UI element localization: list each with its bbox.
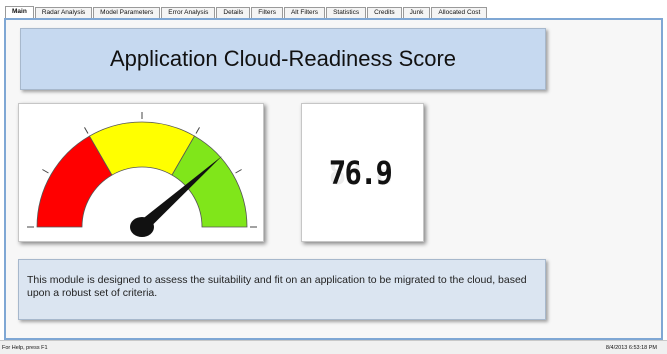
status-help-text: For Help, press F1 bbox=[2, 345, 48, 351]
readiness-gauge bbox=[18, 103, 264, 242]
tab-model-parameters[interactable]: Model Parameters bbox=[93, 7, 161, 18]
tab-statistics[interactable]: Statistics bbox=[326, 7, 367, 18]
tab-credits[interactable]: Credits bbox=[367, 7, 402, 18]
score-value: 76.9 bbox=[328, 154, 393, 192]
tab-error-analysis[interactable]: Error Analysis bbox=[161, 7, 216, 18]
tab-allocated-cost[interactable]: Allocated Cost bbox=[431, 7, 488, 18]
title-banner: Application Cloud-Readiness Score bbox=[20, 28, 546, 90]
gauge-hub bbox=[130, 217, 154, 237]
gauge-tick bbox=[235, 169, 242, 174]
tab-junk[interactable]: Junk bbox=[402, 7, 431, 18]
page-title: Application Cloud-Readiness Score bbox=[109, 46, 457, 71]
app-window: Main Radar Analysis Model Parameters Error … bbox=[0, 0, 667, 354]
tab-alt-filters[interactable]: Alt Filters bbox=[283, 7, 326, 18]
description-box: This module is designed to assess the su… bbox=[18, 259, 546, 320]
tab-filters[interactable]: Filters bbox=[251, 7, 283, 18]
tab-radar-analysis[interactable]: Radar Analysis bbox=[34, 7, 93, 18]
tab-details[interactable]: Details bbox=[216, 7, 251, 18]
gauge-chart bbox=[27, 112, 257, 237]
status-bar: For Help, press F1 8/4/2013 6:53:18 PM bbox=[0, 340, 667, 354]
sheet-tab-strip: Main Radar Analysis Model Parameters Error … bbox=[0, 0, 667, 19]
gauge-tick bbox=[42, 169, 49, 174]
gauge-tick bbox=[84, 127, 89, 134]
gauge-tick bbox=[195, 127, 200, 134]
status-datetime: 8/4/2013 6:53:18 PM bbox=[605, 345, 657, 351]
sheet-tabs: Main Radar Analysis Model Parameters Error … bbox=[5, 6, 488, 19]
score-display-panel: 88.8 76.9 bbox=[301, 103, 424, 242]
description-text: This module is designed to assess the su… bbox=[27, 274, 527, 299]
